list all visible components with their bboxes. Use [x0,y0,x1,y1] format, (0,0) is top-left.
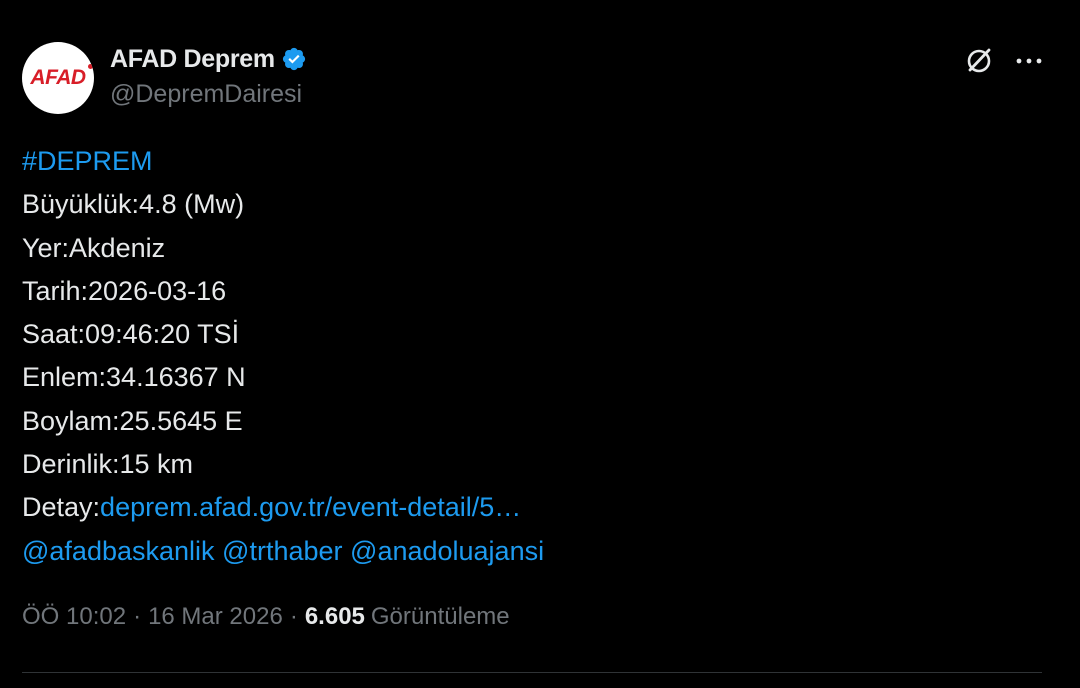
tweet-line-location: Yer:Akdeniz [22,232,166,263]
tweet-time[interactable]: ÖÖ 10:02 [22,603,126,631]
verified-badge-icon[interactable] [281,46,307,72]
mention-link[interactable]: @afadbaskanlik [22,536,215,566]
views-label: Görüntüleme [370,603,510,630]
views-count: 6.605 [304,603,365,630]
afad-logo: AFAD [30,64,93,90]
author-name-row: AFAD Deprem [110,44,307,74]
tweet-meta: ÖÖ 10:02 · 16 Mar 2026 · 6.605 Görüntüle… [22,603,510,631]
divider [22,672,1042,673]
meta-separator: · [133,603,142,630]
tweet-line-longitude: Boylam:25.5645 E [22,405,243,436]
tweet-line-latitude: Enlem:34.16367 N [22,362,246,393]
logo-dot [87,64,93,69]
tweet-line-time: Saat:09:46:20 TSİ [22,319,240,350]
mention-link[interactable]: @trthaber [222,536,342,566]
grok-button[interactable] [962,44,996,78]
tweet-line-depth: Derinlik:15 km [22,449,194,480]
tweet-line-hashtag: #DEPREM [22,140,1042,183]
more-options-button[interactable] [1012,44,1046,78]
tweet-date[interactable]: 16 Mar 2026 [148,603,283,631]
tweet-line-magnitude: Büyüklük:4.8 (Mw) [22,189,245,220]
tweet-line-mentions: @afadbaskanlik @trthaber @anadoluajansi [22,530,1042,573]
author-handle[interactable]: @DepremDairesi [110,80,302,109]
author-display-name[interactable]: AFAD Deprem [110,45,275,74]
tweet-text: #DEPREM Büyüklük:4.8 (Mw) Yer:Akdeniz Ta… [22,140,1042,573]
detail-label: Detay: [22,492,101,523]
more-icon [1016,58,1042,64]
avatar[interactable]: AFAD [22,42,94,114]
tweet-line-detail: Detay:deprem.afad.gov.tr/event-detail/5… [22,486,1042,529]
grok-icon [967,48,991,73]
detail-link[interactable]: deprem.afad.gov.tr/event-detail/5… [100,492,521,522]
hashtag-link[interactable]: #DEPREM [22,146,153,176]
mention-link[interactable]: @anadoluajansi [350,536,544,566]
tweet-line-date: Tarih:2026-03-16 [22,275,227,306]
tweet-card: AFAD AFAD Deprem @DepremDairesi #DEPREM … [0,0,1080,688]
meta-separator: · [289,603,298,630]
avatar-logo-text: AFAD [30,66,86,89]
